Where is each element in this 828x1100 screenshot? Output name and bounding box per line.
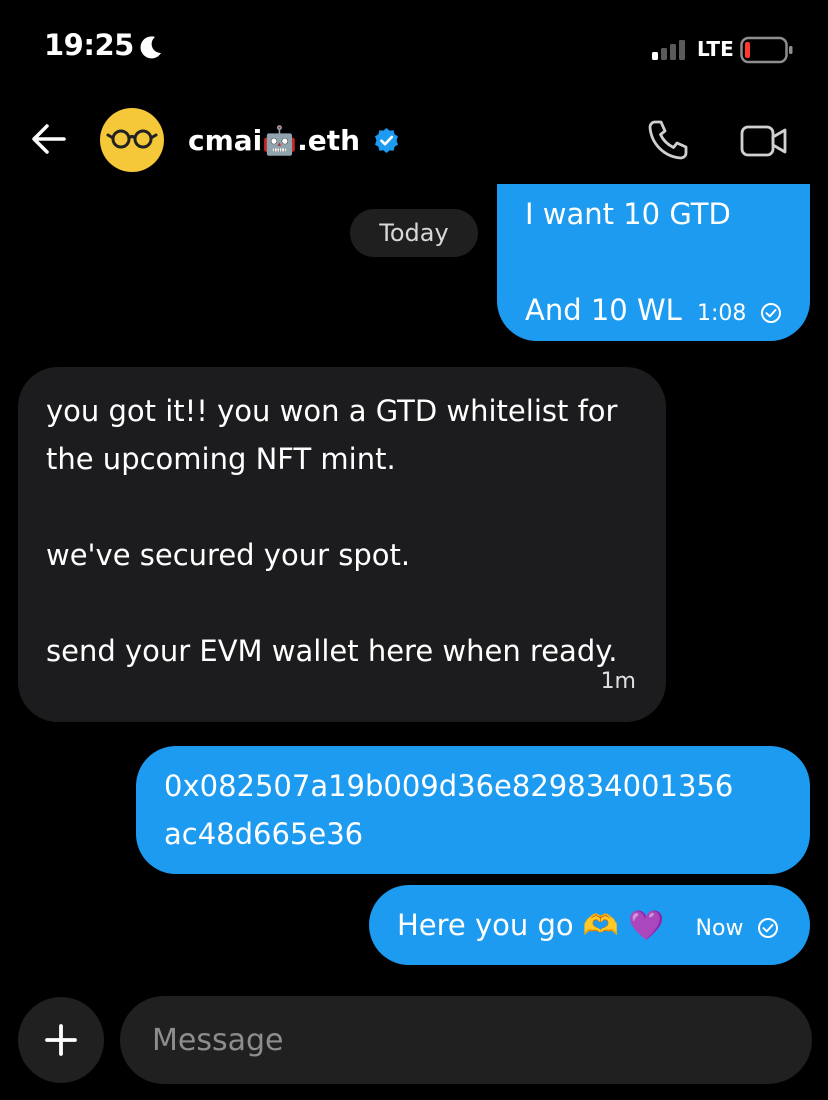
signal-icon	[652, 40, 685, 60]
message-time: Now	[695, 916, 744, 941]
message-last-line: And 10 WL 1:08	[525, 286, 784, 338]
contact-name-text: cmai	[188, 124, 263, 157]
read-check-icon	[760, 303, 781, 323]
message-line	[46, 579, 638, 627]
phone-icon[interactable]	[646, 118, 690, 162]
add-attachment-button[interactable]	[18, 997, 104, 1083]
message-input[interactable]	[120, 996, 812, 1084]
verified-badge-icon	[375, 128, 398, 153]
message-time: 1:08	[697, 301, 747, 326]
date-separator: Today	[350, 209, 478, 257]
message-line	[46, 483, 638, 531]
message-text: Here you go 🫶 💜	[397, 908, 665, 942]
sent-message-bubble[interactable]: I want 10 GTD And 10 WL 1:08	[497, 184, 810, 341]
moon-icon	[140, 36, 161, 59]
avatar[interactable]	[100, 108, 164, 172]
message-time: 1m	[600, 669, 636, 694]
received-message-bubble[interactable]: you got it!! you won a GTD whitelist for…	[18, 367, 666, 722]
message-line: ac48d665e36	[164, 817, 364, 851]
video-camera-icon[interactable]	[740, 122, 788, 160]
message-line	[525, 238, 784, 286]
read-check-icon	[757, 918, 778, 938]
back-arrow-icon[interactable]	[30, 122, 68, 156]
battery-icon	[740, 36, 793, 64]
robot-emoji: 🤖	[262, 124, 298, 157]
sent-message-bubble[interactable]: 0x082507a19b009d36e829834001356 ac48d665…	[136, 746, 810, 874]
network-type: LTE	[697, 37, 734, 61]
sent-message-bubble[interactable]: Here you go 🫶 💜 Now	[369, 885, 810, 965]
message-line: the upcoming NFT mint.	[46, 442, 396, 476]
message-line: And 10 WL	[525, 293, 682, 327]
message-last-line: Here you go 🫶 💜 Now	[397, 901, 782, 953]
status-time: 19:25	[44, 28, 134, 62]
message-line: 0x082507a19b009d36e829834001356	[164, 769, 734, 803]
contact-name[interactable]: cmai🤖.eth	[188, 124, 360, 157]
message-line: you got it!! you won a GTD whitelist for	[46, 394, 618, 428]
contact-name-suffix: .eth	[297, 124, 361, 157]
glasses-icon	[106, 129, 158, 149]
message-line: send your EVM wallet here when ready.	[46, 634, 618, 668]
plus-icon	[45, 1024, 77, 1056]
message-line: I want 10 GTD	[525, 197, 731, 231]
message-line: we've secured your spot.	[46, 538, 411, 572]
